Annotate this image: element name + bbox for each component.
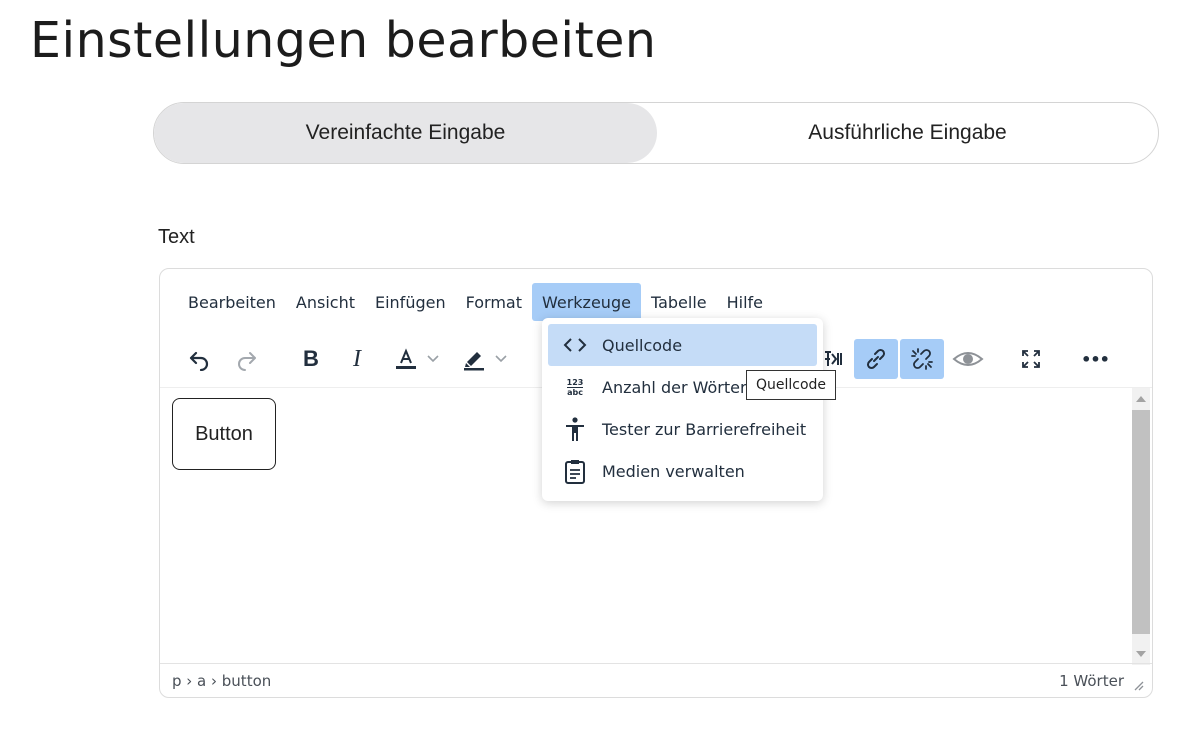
italic-icon: I	[353, 345, 361, 372]
preview-icon	[952, 352, 984, 366]
menu-item-label: Quellcode	[602, 335, 683, 355]
link-button[interactable]	[854, 339, 898, 379]
link-icon	[866, 348, 886, 370]
menu-einfuegen[interactable]: Einfügen	[365, 283, 456, 321]
detailed-mode-tab[interactable]: Ausführliche Eingabe	[657, 103, 1158, 163]
bold-icon: B	[303, 346, 319, 371]
more-icon: •••	[1081, 349, 1110, 369]
scroll-down-icon[interactable]	[1136, 651, 1146, 657]
redo-button[interactable]	[230, 339, 264, 379]
unlink-button[interactable]	[900, 339, 944, 379]
mode-toggle: Vereinfachte Eingabe Ausführliche Eingab…	[153, 102, 1159, 164]
simple-mode-tab[interactable]: Vereinfachte Eingabe	[154, 103, 657, 163]
highlight-icon	[464, 352, 484, 371]
content-button[interactable]: Button	[172, 398, 276, 470]
menu-item-label: Medien verwalten	[602, 461, 745, 481]
chevron-down-icon	[427, 355, 439, 363]
fullscreen-icon	[1022, 350, 1040, 368]
redo-icon	[238, 352, 256, 371]
unlink-icon	[911, 348, 933, 370]
menu-item-label: Anzahl der Wörter	[602, 377, 747, 397]
word-count[interactable]: 1 Wörter	[1059, 672, 1124, 690]
page-title: Einstellungen bearbeiten	[30, 12, 657, 69]
text-color-icon	[396, 348, 416, 369]
menu-item-manage-media[interactable]: Medien verwalten	[548, 450, 817, 492]
italic-button[interactable]: I	[340, 339, 374, 379]
editor-statusbar: p › a › button 1 Wörter	[160, 663, 1152, 697]
menu-tabelle[interactable]: Tabelle	[641, 283, 717, 321]
menu-werkzeuge[interactable]: Werkzeuge	[531, 283, 641, 321]
more-button[interactable]: •••	[1078, 339, 1112, 379]
text-direction-icon	[825, 351, 842, 366]
menu-bearbeiten[interactable]: Bearbeiten	[178, 283, 286, 321]
undo-icon	[189, 351, 209, 371]
chevron-down-icon	[495, 355, 507, 363]
tools-dropdown-menu: Quellcode 123 abc Anzahl der Wörter Teste…	[542, 318, 823, 501]
bold-button[interactable]: B	[294, 339, 328, 379]
accessibility-icon	[566, 417, 584, 441]
tooltip: Quellcode	[746, 370, 837, 400]
word-count-icon: 123 abc	[566, 377, 584, 397]
element-path[interactable]: p › a › button	[172, 672, 271, 690]
scrollbar-thumb[interactable]	[1132, 410, 1150, 634]
editor-menubar: Bearbeiten Ansicht Einfügen Format Werkz…	[178, 283, 773, 321]
menu-item-accessibility-checker[interactable]: Tester zur Barrierefreiheit	[548, 408, 817, 450]
undo-button[interactable]	[182, 339, 216, 379]
fullscreen-button[interactable]	[1014, 339, 1048, 379]
source-code-icon	[563, 338, 587, 352]
menu-ansicht[interactable]: Ansicht	[286, 283, 365, 321]
media-manage-icon	[565, 460, 585, 484]
resize-handle-icon[interactable]	[1132, 679, 1144, 691]
menu-hilfe[interactable]: Hilfe	[717, 283, 773, 321]
preview-button[interactable]	[948, 339, 988, 379]
menu-item-label: Tester zur Barrierefreiheit	[602, 419, 807, 439]
scroll-up-icon[interactable]	[1136, 396, 1146, 402]
menu-item-source-code[interactable]: Quellcode	[548, 324, 817, 366]
text-color-button[interactable]	[386, 339, 446, 379]
highlight-button[interactable]	[454, 339, 514, 379]
editor-scrollbar[interactable]	[1132, 388, 1150, 665]
text-field-label: Text	[158, 226, 195, 248]
menu-format[interactable]: Format	[456, 283, 532, 321]
